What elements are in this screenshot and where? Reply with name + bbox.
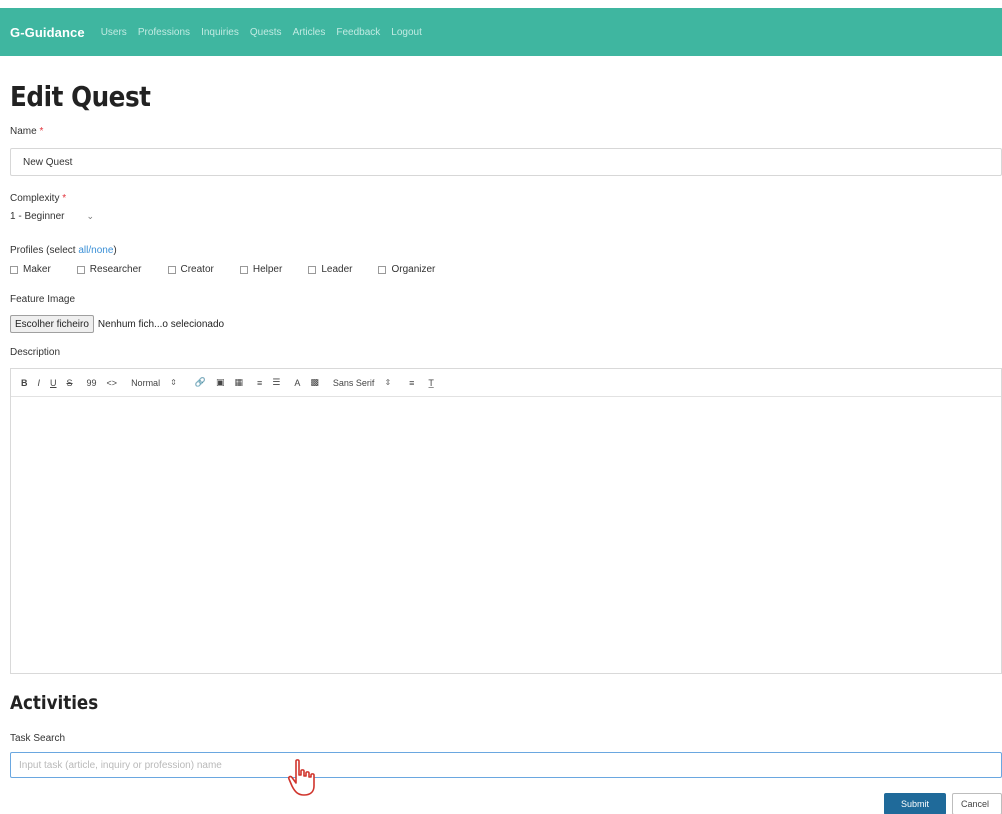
- select-all-link[interactable]: all: [78, 245, 88, 256]
- profile-maker[interactable]: Maker: [10, 264, 51, 275]
- select-arrows-icon: ⇕: [170, 378, 177, 387]
- clear-format-icon[interactable]: T̲: [428, 378, 434, 388]
- name-input-value: New Quest: [23, 156, 73, 168]
- profiles-label: Profiles (select all/none): [10, 245, 117, 256]
- text-color-icon[interactable]: A: [294, 378, 300, 388]
- editor-content-area[interactable]: [11, 397, 1001, 673]
- checkbox-icon[interactable]: [378, 265, 387, 274]
- name-label: Name *: [10, 126, 43, 137]
- name-label-text: Name: [10, 126, 37, 137]
- italic-button[interactable]: I: [38, 378, 41, 388]
- checkbox-icon[interactable]: [239, 265, 248, 274]
- feature-image-file-input: Escolher ficheiro Nenhum fich...o seleci…: [10, 315, 224, 333]
- complexity-required-mark: *: [62, 193, 67, 204]
- profile-organizer-label: Organizer: [391, 264, 436, 275]
- video-icon[interactable]: ▦: [235, 377, 244, 388]
- profile-leader-label: Leader: [321, 264, 353, 275]
- activities-title: Activities: [10, 692, 99, 714]
- complexity-label-text: Complexity: [10, 193, 60, 204]
- task-search-input[interactable]: [10, 752, 1002, 778]
- blockquote-button[interactable]: 99: [87, 378, 97, 388]
- profile-leader[interactable]: Leader: [308, 264, 352, 275]
- profile-creator[interactable]: Creator: [167, 264, 214, 275]
- brand-logo[interactable]: G-Guidance: [10, 25, 85, 40]
- name-required-mark: *: [39, 126, 44, 137]
- background-color-icon[interactable]: ▩: [310, 377, 319, 388]
- profiles-label-suffix: ): [113, 245, 117, 256]
- profile-researcher-label: Researcher: [89, 264, 142, 275]
- strike-button[interactable]: S: [67, 378, 73, 388]
- select-arrows-icon: ⇕: [384, 378, 392, 387]
- nav-logout-link[interactable]: Logout: [391, 27, 422, 38]
- bold-button[interactable]: B: [21, 378, 28, 388]
- align-icon[interactable]: ≡: [409, 378, 414, 388]
- profiles-label-prefix: Profiles (select: [10, 245, 79, 256]
- name-input[interactable]: New Quest: [10, 148, 1002, 176]
- ordered-list-icon[interactable]: ≡: [257, 378, 262, 388]
- image-icon[interactable]: ▣: [216, 377, 225, 388]
- task-search-label: Task Search: [10, 733, 66, 744]
- choose-file-button[interactable]: Escolher ficheiro: [10, 315, 94, 333]
- select-none-link[interactable]: none: [91, 245, 113, 256]
- editor-toolbar: B I U S 99 <> Normal ⇕ 🔗 ▣ ▦ ≡ ☰ A ▩ San…: [11, 369, 1001, 397]
- submit-button[interactable]: Submit: [884, 793, 946, 814]
- underline-button[interactable]: U: [50, 378, 57, 388]
- nav-inquiries-link[interactable]: Inquiries: [201, 27, 239, 38]
- top-navbar: G-Guidance Users Professions Inquiries Q…: [0, 8, 1002, 56]
- profiles-checkbox-group: Maker Researcher Creator Helper Leader O…: [10, 264, 461, 275]
- profile-organizer[interactable]: Organizer: [378, 264, 435, 275]
- profile-helper[interactable]: Helper: [239, 264, 283, 275]
- nav-quests-link[interactable]: Quests: [250, 27, 282, 38]
- description-editor: B I U S 99 <> Normal ⇕ 🔗 ▣ ▦ ≡ ☰ A ▩ San…: [10, 368, 1002, 674]
- page-title: Edit Quest: [10, 80, 151, 113]
- description-label: Description: [10, 347, 61, 358]
- font-select[interactable]: Sans Serif ⇕: [333, 378, 391, 388]
- chevron-down-icon: ⌄: [86, 211, 95, 221]
- link-icon[interactable]: 🔗: [195, 377, 206, 388]
- profile-researcher[interactable]: Researcher: [76, 264, 142, 275]
- profile-helper-label: Helper: [252, 264, 283, 275]
- nav-users-link[interactable]: Users: [101, 27, 127, 38]
- complexity-select-value: 1 - Beginner: [10, 211, 65, 222]
- header-select[interactable]: Normal ⇕: [131, 378, 177, 388]
- checkbox-icon[interactable]: [308, 265, 317, 274]
- nav-articles-link[interactable]: Articles: [293, 27, 326, 38]
- hand-pointer-cursor-icon: [287, 759, 315, 796]
- complexity-label: Complexity *: [10, 193, 66, 204]
- font-select-value: Sans Serif: [332, 377, 375, 388]
- feature-image-label: Feature Image: [10, 294, 76, 305]
- header-select-value: Normal: [131, 377, 161, 388]
- checkbox-icon[interactable]: [76, 265, 85, 274]
- complexity-select[interactable]: 1 - Beginner ⌄: [10, 211, 94, 222]
- profile-maker-label: Maker: [23, 264, 51, 275]
- checkbox-icon[interactable]: [10, 265, 18, 274]
- profile-creator-label: Creator: [180, 264, 214, 275]
- nav-professions-link[interactable]: Professions: [138, 27, 190, 38]
- cancel-button[interactable]: Cancel: [952, 793, 1002, 814]
- nav-feedback-link[interactable]: Feedback: [336, 27, 380, 38]
- file-status-text: Nenhum fich...o selecionado: [97, 318, 225, 330]
- checkbox-icon[interactable]: [167, 265, 176, 274]
- bullet-list-icon[interactable]: ☰: [272, 377, 280, 388]
- code-block-button[interactable]: <>: [107, 378, 118, 388]
